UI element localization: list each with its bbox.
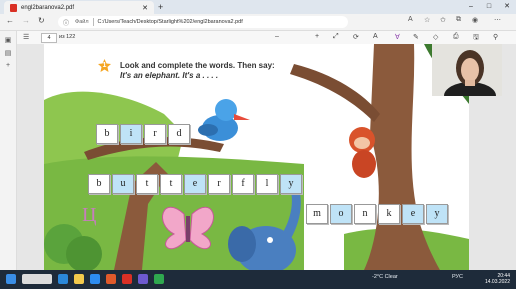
search-box[interactable] <box>22 274 52 284</box>
bookmark-icon[interactable]: ▤ <box>0 49 16 57</box>
butterfly-wing-right <box>189 206 214 250</box>
letter-cell[interactable]: y <box>280 174 302 194</box>
letter-cell: m <box>306 204 328 224</box>
letter-cell: t <box>160 174 182 194</box>
elephant-eye <box>267 237 273 243</box>
info-icon: ⓘ <box>63 20 70 27</box>
letter-cell[interactable]: y <box>426 204 448 224</box>
clock-date: 14.03.2022 <box>484 279 510 285</box>
letter-cell: b <box>88 174 110 194</box>
letter-cell[interactable]: u <box>112 174 134 194</box>
refresh-icon[interactable]: ↻ <box>38 16 45 25</box>
bird-head <box>215 99 237 121</box>
letter-cell[interactable]: o <box>330 204 352 224</box>
letter-cell[interactable]: e <box>184 174 206 194</box>
file-label: Файл <box>75 19 89 25</box>
letter-cell[interactable]: i <box>120 124 142 144</box>
word-monkey-cells: m o n k e y <box>306 204 450 224</box>
read-aloud-pdf-icon[interactable]: A <box>373 33 378 40</box>
task-title: Look and complete the words. Then say: <box>120 61 275 70</box>
butterfly-body <box>186 216 190 242</box>
zoom-in-button[interactable]: + <box>315 33 319 40</box>
letter-cell: t <box>136 174 158 194</box>
language-indicator[interactable]: РУС <box>452 274 463 280</box>
edge-icon[interactable] <box>58 274 68 284</box>
pdf-side-rail: ▣ ▤ + <box>0 31 17 270</box>
letter-cell: n <box>354 204 376 224</box>
erase-icon[interactable]: ◇ <box>433 33 438 41</box>
profile-icon[interactable]: ◉ <box>472 16 478 24</box>
print-icon[interactable]: ⎙ <box>453 33 459 41</box>
forward-icon: → <box>22 16 30 25</box>
fit-page-icon[interactable]: ⤢ <box>333 33 339 41</box>
window-controls: – □ ✕ <box>462 0 516 14</box>
app-icon[interactable] <box>154 274 164 284</box>
letter-cell: b <box>96 124 118 144</box>
pdf-toolbar: ☰ 4 из 122 – + ⤢ ⟳ A ∀ ✎ ◇ ⎙ 🖫 ⚲ <box>17 31 516 45</box>
webcam-person <box>432 44 502 96</box>
page-illustration <box>44 44 469 270</box>
teams-icon[interactable] <box>138 274 148 284</box>
weather-status[interactable]: -2°C Clear <box>372 274 398 280</box>
save-icon[interactable]: 🖫 <box>473 33 479 44</box>
butterfly-wing-left <box>162 206 187 250</box>
collections-icon[interactable]: ⧉ <box>456 16 461 24</box>
page-total: из 122 <box>59 34 76 40</box>
read-aloud-icon[interactable]: A <box>408 16 413 23</box>
task-subtitle: It's an elephant. It's a . . . . <box>120 71 219 80</box>
webcam-overlay <box>432 44 502 96</box>
tab-title: engl2baranova2.pdf <box>21 4 75 11</box>
elephant-ear <box>228 226 256 262</box>
minimize-button[interactable]: – <box>462 0 480 14</box>
tab-close-icon[interactable]: ✕ <box>142 4 148 12</box>
word-butterfly-cells: b u t t e r f l y <box>88 174 304 194</box>
word-bird-cells: b i r d <box>96 124 192 144</box>
app-icon[interactable] <box>106 274 116 284</box>
draw-icon[interactable]: ∀ <box>395 33 400 41</box>
tree-branch-right <box>290 64 380 122</box>
new-tab-button[interactable]: + <box>158 2 163 12</box>
bird-wing <box>198 124 218 136</box>
contents-icon[interactable]: ☰ <box>23 33 29 41</box>
letter-cell: r <box>144 124 166 144</box>
pdf-icon <box>10 3 17 12</box>
letter-cell: r <box>208 174 230 194</box>
url-field[interactable]: ⓘ Файл C:/Users/Teach/Desktop/Starlight%… <box>58 16 348 28</box>
pdf-page <box>44 44 469 270</box>
page-number-input[interactable]: 4 <box>41 33 57 43</box>
close-window-button[interactable]: ✕ <box>498 0 516 14</box>
zoom-out-button[interactable]: – <box>275 33 279 40</box>
browser-tab[interactable]: engl2baranova2.pdf ✕ <box>4 1 154 14</box>
letter-cell: k <box>378 204 400 224</box>
favorites-bar-icon[interactable]: ✩ <box>440 16 446 24</box>
back-icon[interactable]: ← <box>6 16 14 25</box>
highlight-icon[interactable]: ✎ <box>413 33 419 41</box>
clock[interactable]: 20:44 14.03.2022 <box>485 273 510 285</box>
explorer-icon[interactable] <box>74 274 84 284</box>
pin-icon[interactable]: ⚲ <box>493 33 498 41</box>
url-text: C:/Users/Teach/Desktop/Starlight%202/eng… <box>97 19 243 25</box>
rotate-icon[interactable]: ⟳ <box>353 33 359 41</box>
pdf-app-icon[interactable] <box>122 274 132 284</box>
menu-icon[interactable]: ⋯ <box>494 16 501 24</box>
letter-cell: l <box>256 174 278 194</box>
letter-cell: d <box>168 124 190 144</box>
maximize-button[interactable]: □ <box>480 0 498 14</box>
add-icon[interactable]: + <box>0 62 16 69</box>
favorite-icon[interactable]: ☆ <box>424 16 430 24</box>
handwritten-scribble: Ц <box>82 204 97 226</box>
start-icon[interactable] <box>6 274 16 284</box>
task-number: 1 <box>102 62 107 69</box>
bird-beak <box>234 114 250 120</box>
letter-cell[interactable]: e <box>402 204 424 224</box>
letter-cell: f <box>232 174 254 194</box>
monkey-body <box>352 150 376 178</box>
zoom-icon[interactable] <box>90 274 100 284</box>
sidebar-toggle-icon[interactable]: ▣ <box>0 36 16 44</box>
monkey-face <box>354 137 370 149</box>
